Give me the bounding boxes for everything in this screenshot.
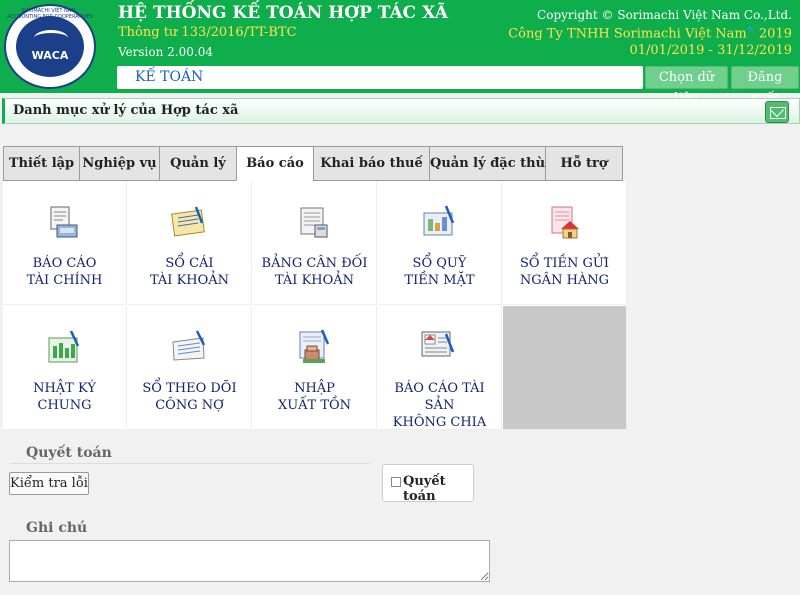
report-label: SỔ QUỸ TIỀN MẶT	[404, 256, 475, 288]
asset-report-icon	[421, 331, 455, 357]
module-label[interactable]: KẾ TOÁN	[135, 69, 203, 85]
balance-sheet-icon	[300, 207, 328, 238]
waca-logo: SORIMACHI VIỆT NAM · ACCOUNTING FOR COOP…	[4, 4, 96, 89]
company-name: Công Ty TNHH Sorimachi Việt Nam	[508, 26, 747, 42]
report-general-journal[interactable]: NHẬT KÝ CHUNG	[3, 306, 127, 430]
version-label: Version 2.00.04	[118, 45, 213, 59]
select-data-button[interactable]: Chọn dữ liệu	[645, 66, 728, 106]
report-label: BẢNG CÂN ĐỐI TÀI KHOẢN	[261, 256, 368, 288]
settlement-checkbox-label[interactable]: Quyết toán	[403, 474, 473, 504]
report-trial-balance[interactable]: BẢNG CÂN ĐỐI TÀI KHOẢN	[253, 181, 377, 305]
registered-mark-icon: ®	[746, 25, 755, 34]
report-label: SỔ CÁI TÀI KHOẢN	[149, 256, 230, 288]
inventory-icon	[299, 329, 330, 363]
logo-emblem: WACA	[16, 16, 84, 77]
app-header: SORIMACHI VIỆT NAM · ACCOUNTING FOR COOP…	[0, 0, 800, 106]
app-title: HỆ THỐNG KẾ TOÁN HỢP TÁC XÃ	[118, 3, 448, 23]
report-label: SỔ TIỀN GỬI NGÂN HÀNG	[519, 256, 610, 288]
cash-book-icon	[423, 205, 455, 236]
tab-special-management[interactable]: Quản lý đặc thù	[429, 146, 545, 181]
logo-text: WACA	[31, 49, 69, 62]
mail-icon[interactable]	[765, 101, 789, 123]
report-financial-statements[interactable]: BÁO CÁO TÀI CHÍNH	[3, 181, 127, 305]
settlement-checkbox[interactable]	[391, 477, 401, 487]
report-label: BÁO CÁO TÀI SẢN KHÔNG CHIA	[392, 381, 487, 430]
empty-cell	[503, 306, 627, 430]
tab-setup[interactable]: Thiết lập	[3, 146, 79, 181]
notes-textarea[interactable]	[9, 540, 490, 582]
logout-button[interactable]: Đăng xuất	[731, 66, 799, 106]
debt-tracking-icon	[172, 330, 206, 361]
copyright-label: Copyright © Sorimachi Việt Nam Co.,Ltd.	[537, 8, 792, 22]
report-general-ledger[interactable]: SỔ CÁI TÀI KHOẢN	[128, 181, 252, 305]
bird-icon	[34, 30, 68, 46]
tab-reports[interactable]: Báo cáo	[236, 146, 313, 181]
company-year: 2019	[758, 26, 792, 42]
report-label: SỔ THEO DÕI CÔNG NỢ	[142, 381, 237, 413]
ledger-icon	[171, 206, 205, 237]
report-debt-tracking[interactable]: SỔ THEO DÕI CÔNG NỢ	[128, 306, 252, 430]
settlement-box: Quyết toán	[382, 464, 474, 504]
circular-label: Thông tư 133/2016/TT-BTC	[118, 25, 297, 40]
notes-label: Ghi chú	[26, 520, 88, 536]
check-errors-button[interactable]: Kiểm tra lỗi	[9, 472, 89, 495]
report-label: NHẬP XUẤT TỒN	[277, 381, 352, 413]
financial-report-icon	[50, 206, 78, 238]
journal-icon	[48, 330, 80, 363]
report-grid: BÁO CÁO TÀI CHÍNH SỔ CÁI TÀI KHOẢN BẢNG CÂ…	[3, 181, 627, 430]
tab-operations[interactable]: Nghiệp vụ	[79, 146, 159, 181]
report-bank-deposit[interactable]: SỔ TIỀN GỬI NGÂN HÀNG	[503, 181, 627, 305]
section-header: Danh mục xử lý của Hợp tác xã	[2, 98, 800, 124]
company-label: Công Ty TNHH Sorimachi Việt Nam® 2019	[508, 25, 792, 41]
report-undivided-assets[interactable]: BÁO CÁO TÀI SẢN KHÔNG CHIA	[378, 306, 502, 430]
divider	[10, 463, 370, 464]
report-label: NHẬT KÝ CHUNG	[33, 381, 96, 413]
fiscal-period: 01/01/2019 - 31/12/2019	[629, 43, 792, 58]
tab-support[interactable]: Hỗ trợ	[545, 146, 623, 181]
module-bar: KẾ TOÁN	[117, 66, 643, 89]
report-cash-book[interactable]: SỔ QUỸ TIỀN MẶT	[378, 181, 502, 305]
section-title: Danh mục xử lý của Hợp tác xã	[13, 103, 239, 118]
settlement-section-label: Quyết toán	[26, 445, 112, 461]
tab-management[interactable]: Quản lý	[159, 146, 236, 181]
bank-deposit-icon	[551, 206, 579, 239]
main-tabs: Thiết lập Nghiệp vụ Quản lý Báo cáo Khai…	[3, 146, 623, 181]
tab-tax-declaration[interactable]: Khai báo thuế	[313, 146, 429, 181]
report-inventory[interactable]: NHẬP XUẤT TỒN	[253, 306, 377, 430]
report-label: BÁO CÁO TÀI CHÍNH	[26, 256, 103, 288]
